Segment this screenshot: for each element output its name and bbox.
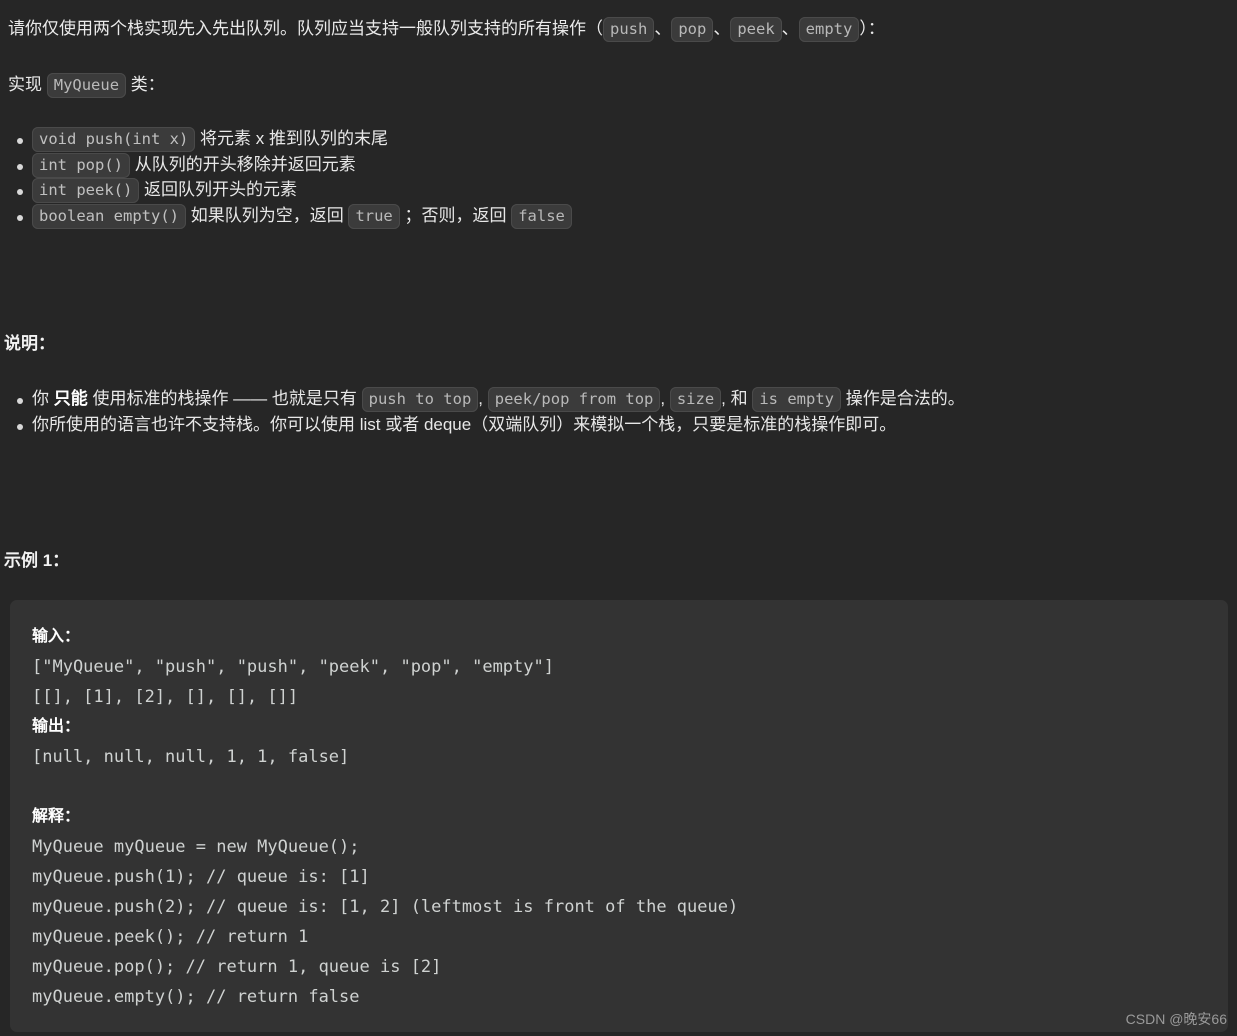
list-item-empty: boolean empty() 如果队列为空，返回 true ；否则，返回 fa…	[0, 203, 572, 229]
api-description-pop: 从队列的开头移除并返回元素	[130, 154, 356, 174]
problem-description-page: 请你仅使用两个栈实现先入先出队列。队列应当支持一般队列支持的所有操作（ push、…	[0, 0, 1237, 1036]
inline-code-boolean-empty: boolean empty()	[32, 203, 186, 229]
list-item-note-2: 你所使用的语言也许不支持栈。你可以使用 list 或者 deque（双端队列）来…	[0, 412, 965, 438]
example-explain-line-1: MyQueue myQueue = new MyQueue();	[32, 837, 360, 857]
intro-paragraph: 请你仅使用两个栈实现先入先出队列。队列应当支持一般队列支持的所有操作（ push、…	[4, 16, 885, 42]
api-description-empty-middle: ；否则，返回	[399, 205, 512, 225]
list-item-push: void push(int x) 将元素 x 推到队列的末尾	[0, 126, 572, 152]
inline-code-is-empty: is empty	[752, 387, 841, 412]
inline-code-int-peek: int peek()	[32, 178, 140, 203]
list-item-pop: int pop() 从队列的开头移除并返回元素	[0, 152, 572, 178]
note1-emphasis: 只能	[53, 389, 88, 408]
note2-text: 你所使用的语言也许不支持栈。你可以使用 list 或者 deque（双端队列）来…	[32, 414, 897, 434]
inline-code-empty: empty	[798, 17, 860, 42]
example-explain-line-6: myQueue.empty(); // return false	[32, 987, 360, 1007]
inline-code-myqueue: MyQueue	[46, 73, 127, 98]
api-description-push: 将元素 x 推到队列的末尾	[195, 129, 388, 148]
note1-text-c: ,	[478, 389, 488, 408]
example-code-block: 输入： ["MyQueue", "push", "push", "peek", "…	[10, 600, 1228, 1032]
section-heading-example: 示例 1：	[4, 551, 70, 570]
note1-text-a: 你	[32, 389, 54, 408]
example-explain-line-2: myQueue.push(1); // queue is: [1]	[32, 867, 370, 887]
example-output-label: 输出：	[32, 718, 81, 735]
intro-separator-3: 、	[781, 19, 799, 38]
example-code-content: 输入： ["MyQueue", "push", "push", "peek", "…	[32, 622, 1228, 1012]
example-explain-line-5: myQueue.pop(); // return 1, queue is [2]	[32, 957, 442, 977]
api-description-peek: 返回队列开头的元素	[139, 180, 298, 199]
list-item-peek: int peek() 返回队列开头的元素	[0, 177, 572, 203]
note1-text-d: ,	[660, 389, 670, 408]
inline-code-size: size	[669, 387, 722, 412]
intro-separator-2: 、	[713, 19, 731, 38]
note1-text-f: 操作是合法的。	[841, 389, 965, 408]
example-input-line-2: [[], [1], [2], [], [], []]	[32, 687, 299, 707]
inline-code-false: false	[511, 203, 572, 229]
example-explain-line-4: myQueue.peek(); // return 1	[32, 927, 309, 947]
notes-list: 你 只能 使用标准的栈操作 —— 也就是只有 push to top, peek…	[0, 386, 965, 437]
example-input-label: 输入：	[32, 628, 81, 645]
inline-code-push-to-top: push to top	[361, 387, 479, 412]
inline-code-peek-pop-from-top: peek/pop from top	[487, 387, 661, 412]
example-explain-label: 解释：	[32, 808, 81, 825]
inline-code-peek: peek	[730, 17, 782, 42]
inline-code-void-push: void push(int x)	[32, 127, 196, 152]
inline-code-pop: pop	[671, 17, 714, 42]
api-description-empty-before: 如果队列为空，返回	[185, 205, 349, 225]
list-item-note-1: 你 只能 使用标准的栈操作 —— 也就是只有 push to top, peek…	[0, 386, 965, 412]
example-explain-line-3: myQueue.push(2); // queue is: [1, 2] (le…	[32, 897, 739, 917]
intro-text-part1: 请你仅使用两个栈实现先入先出队列。队列应当支持一般队列支持的所有操作（	[8, 19, 603, 38]
inline-code-true: true	[348, 203, 400, 229]
section-heading-notes: 说明：	[4, 334, 55, 353]
api-method-list: void push(int x) 将元素 x 推到队列的末尾 int pop()…	[0, 126, 572, 229]
implement-prefix: 实现	[8, 75, 47, 94]
inline-code-push: push	[603, 17, 655, 42]
implement-suffix: 类：	[126, 75, 165, 94]
note1-text-e: , 和	[721, 389, 753, 408]
example-input-line-1: ["MyQueue", "push", "push", "peek", "pop…	[32, 657, 554, 677]
inline-code-int-pop: int pop()	[32, 152, 130, 178]
example-output-line-1: [null, null, null, 1, 1, false]	[32, 747, 350, 767]
intro-text-part2: ）：	[859, 19, 885, 38]
intro-separator-1: 、	[654, 19, 672, 38]
note1-text-b: 使用标准的栈操作 —— 也就是只有	[87, 389, 362, 408]
watermark-label: CSDN @晚安66	[1125, 1011, 1227, 1027]
implement-class-paragraph: 实现 MyQueue 类：	[4, 72, 165, 98]
